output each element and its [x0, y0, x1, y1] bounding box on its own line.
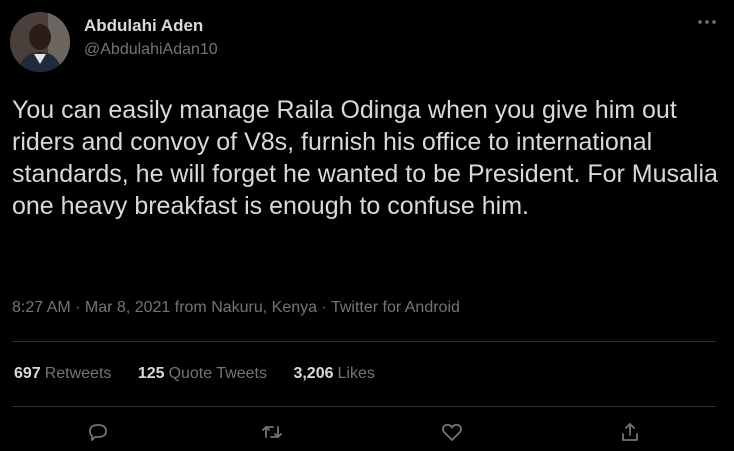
reply-icon[interactable]	[86, 420, 114, 448]
action-bar	[0, 420, 734, 451]
divider	[12, 341, 716, 342]
likes-label: Likes	[337, 365, 375, 382]
likes-count: 3,206	[293, 365, 334, 382]
tweet-meta[interactable]: 8:27 AM · Mar 8, 2021 from Nakuru, Kenya…	[12, 299, 460, 317]
quote-tweets-count: 125	[137, 365, 165, 382]
tweet-stats: 697 Retweets 125 Quote Tweets 3,206 Likes	[14, 365, 397, 383]
likes-stat[interactable]: 3,206 Likes	[293, 365, 374, 383]
retweet-icon[interactable]	[260, 420, 288, 448]
more-icon[interactable]	[694, 14, 720, 36]
avatar[interactable]	[10, 12, 70, 72]
retweets-label: Retweets	[44, 365, 112, 382]
quote-tweets-label: Quote Tweets	[168, 365, 267, 382]
share-icon[interactable]	[618, 420, 646, 448]
divider	[12, 406, 716, 407]
tweet: Abdulahi Aden @AbdulahiAdan10 You can ea…	[0, 0, 734, 451]
quote-tweets-stat[interactable]: 125 Quote Tweets	[138, 365, 267, 383]
retweets-count: 697	[14, 365, 41, 382]
author-name[interactable]: Abdulahi Aden	[84, 16, 203, 36]
tweet-text: You can easily manage Raila Odinga when …	[12, 96, 718, 220]
retweets-stat[interactable]: 697 Retweets	[14, 365, 111, 383]
like-icon[interactable]	[440, 420, 468, 448]
author-handle[interactable]: @AbdulahiAdan10	[84, 41, 218, 59]
